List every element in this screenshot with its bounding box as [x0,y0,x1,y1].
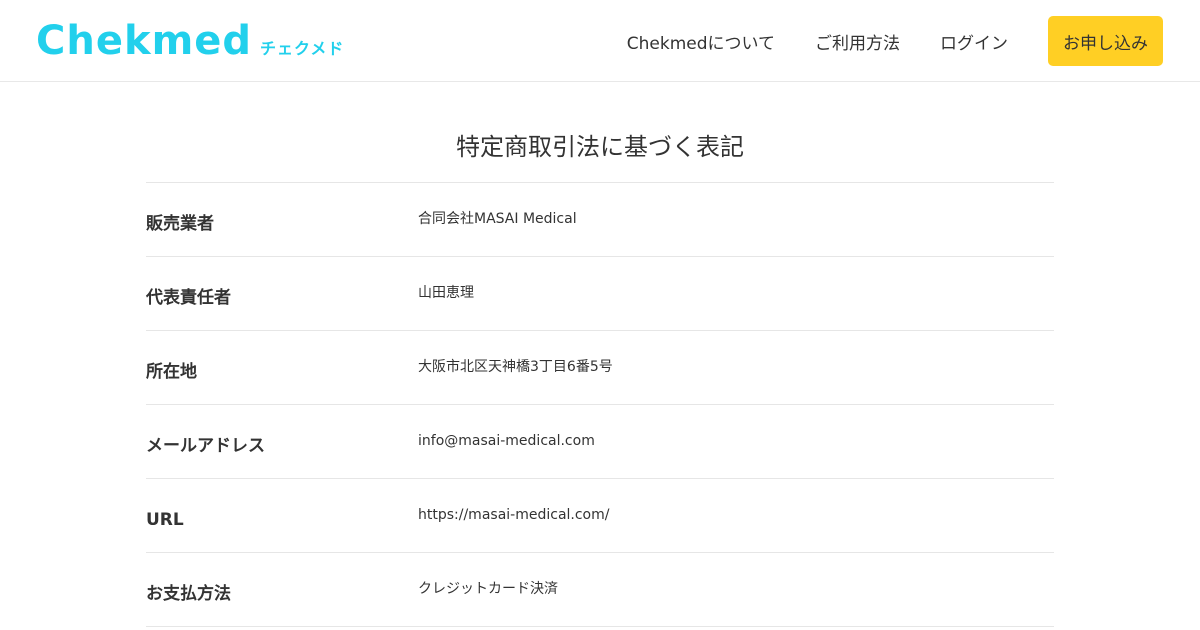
info-value: 大阪市北区天神橋3丁目6番5号 [418,359,613,375]
info-label: メールアドレス [146,436,265,456]
main-nav: Chekmedについて ご利用方法 ログイン お申し込み [627,16,1163,66]
info-row-address: 所在地 大阪市北区天神橋3丁目6番5号 [146,331,1054,405]
chekmed-logo[interactable]: Chekmed チェクメド [36,18,344,64]
info-label: URL [146,510,184,530]
legal-notice-section: 特定商取引法に基づく表記 販売業者 合同会社MASAI Medical 代表責任… [146,82,1054,627]
info-label: 販売業者 [146,214,214,234]
info-row-seller: 販売業者 合同会社MASAI Medical [146,183,1054,257]
info-value: 合同会社MASAI Medical [418,211,577,227]
page-title: 特定商取引法に基づく表記 [146,82,1054,183]
info-row-email: メールアドレス info@masai-medical.com [146,405,1054,479]
logo-katakana: チェクメド [260,39,345,58]
info-label: 所在地 [146,362,197,382]
info-row-representative: 代表責任者 山田恵理 [146,257,1054,331]
info-value: 山田恵理 [418,285,474,301]
site-header: Chekmed チェクメド Chekmedについて ご利用方法 ログイン お申し… [0,0,1200,82]
nav-link-usage[interactable]: ご利用方法 [815,29,900,54]
info-value: https://masai-medical.com/ [418,507,610,523]
nav-link-about[interactable]: Chekmedについて [627,29,775,54]
logo-wordmark: Chekmed [36,18,253,64]
info-label: 代表責任者 [146,288,231,308]
info-value: クレジットカード決済 [418,581,558,597]
info-row-url: URL https://masai-medical.com/ [146,479,1054,553]
nav-link-login[interactable]: ログイン [940,29,1008,54]
info-row-payment: お支払方法 クレジットカード決済 [146,553,1054,627]
info-value: info@masai-medical.com [418,433,595,449]
info-label: お支払方法 [146,584,231,604]
apply-button[interactable]: お申し込み [1048,16,1163,66]
